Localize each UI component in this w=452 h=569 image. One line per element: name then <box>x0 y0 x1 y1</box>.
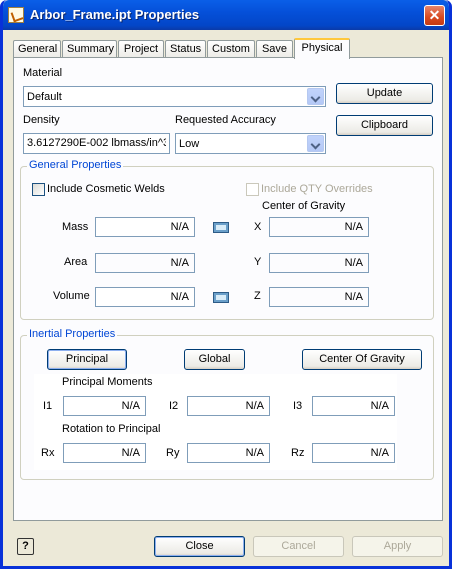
inventor-part-icon <box>8 7 24 23</box>
i1-label: I1 <box>43 400 53 412</box>
physical-tab-panel: Material Default Update Density Requeste… <box>13 57 443 521</box>
principal-moments-label: Principal Moments <box>62 376 153 388</box>
material-value: Default <box>27 91 62 103</box>
i1-field[interactable]: N/A <box>63 396 146 416</box>
accuracy-dropdown[interactable]: Low <box>175 133 326 154</box>
calculator-icon[interactable] <box>213 222 229 233</box>
accuracy-value: Low <box>179 138 200 150</box>
cancel-button[interactable]: Cancel <box>253 536 344 557</box>
density-label: Density <box>23 114 60 126</box>
mass-label: Mass <box>62 221 89 233</box>
rz-label: Rz <box>291 447 305 459</box>
volume-field[interactable]: N/A <box>95 287 195 307</box>
area-field[interactable]: N/A <box>95 253 195 273</box>
close-button[interactable]: Close <box>154 536 245 557</box>
rotation-to-principal-label: Rotation to Principal <box>62 423 161 435</box>
help-icon[interactable]: ? <box>17 538 34 555</box>
i2-label: I2 <box>169 400 179 412</box>
chevron-down-icon[interactable] <box>307 135 324 152</box>
rx-label: Rx <box>41 447 55 459</box>
clipboard-button[interactable]: Clipboard <box>336 115 433 136</box>
cog-z-field[interactable]: N/A <box>269 287 369 307</box>
rz-field[interactable]: N/A <box>312 443 395 463</box>
close-window-button[interactable]: ✕ <box>424 5 445 26</box>
apply-button[interactable]: Apply <box>352 536 443 557</box>
window-title: Arbor_Frame.ipt Properties <box>30 7 200 22</box>
material-label: Material <box>23 67 63 79</box>
qty-overrides-checkbox[interactable] <box>246 183 259 196</box>
density-field[interactable]: 3.6127290E-002 lbmass/in^3 <box>23 133 170 154</box>
inertial-properties-title: Inertial Properties <box>27 328 118 340</box>
center-of-gravity-label: Center of Gravity <box>262 200 346 212</box>
rx-field[interactable]: N/A <box>63 443 146 463</box>
qty-overrides-label: Include QTY Overrides <box>261 183 373 195</box>
accuracy-label: Requested Accuracy <box>175 114 276 126</box>
update-button[interactable]: Update <box>336 83 433 104</box>
mass-field[interactable]: N/A <box>95 217 195 237</box>
cog-y-label: Y <box>254 256 262 268</box>
center-of-gravity-button[interactable]: Center Of Gravity <box>302 349 422 370</box>
cosmetic-welds-checkbox[interactable] <box>32 183 45 196</box>
cog-y-field[interactable]: N/A <box>269 253 369 273</box>
tab-project[interactable]: Project <box>118 40 164 58</box>
cosmetic-welds-label: Include Cosmetic Welds <box>47 183 165 195</box>
ry-label: Ry <box>166 447 180 459</box>
i3-field[interactable]: N/A <box>312 396 395 416</box>
properties-dialog: Arbor_Frame.ipt Properties ✕ General Sum… <box>0 0 452 569</box>
tab-status[interactable]: Status <box>165 40 206 58</box>
principal-button[interactable]: Principal <box>47 349 127 370</box>
area-label: Area <box>64 256 88 268</box>
tab-save[interactable]: Save <box>256 40 293 58</box>
tab-summary[interactable]: Summary <box>62 40 117 58</box>
tab-general[interactable]: General <box>13 40 61 58</box>
title-bar[interactable]: Arbor_Frame.ipt Properties ✕ <box>3 0 449 30</box>
global-button[interactable]: Global <box>184 349 245 370</box>
volume-label: Volume <box>53 290 90 302</box>
ry-field[interactable]: N/A <box>187 443 270 463</box>
tab-custom[interactable]: Custom <box>207 40 255 58</box>
general-properties-title: General Properties <box>27 159 124 171</box>
cog-x-label: X <box>254 221 262 233</box>
cog-x-field[interactable]: N/A <box>269 217 369 237</box>
i3-label: I3 <box>293 400 303 412</box>
i2-field[interactable]: N/A <box>187 396 270 416</box>
chevron-down-icon[interactable] <box>307 88 324 105</box>
material-dropdown[interactable]: Default <box>23 86 326 107</box>
cog-z-label: Z <box>254 290 261 302</box>
tab-physical[interactable]: Physical <box>294 38 350 59</box>
calculator-icon[interactable] <box>213 292 229 303</box>
